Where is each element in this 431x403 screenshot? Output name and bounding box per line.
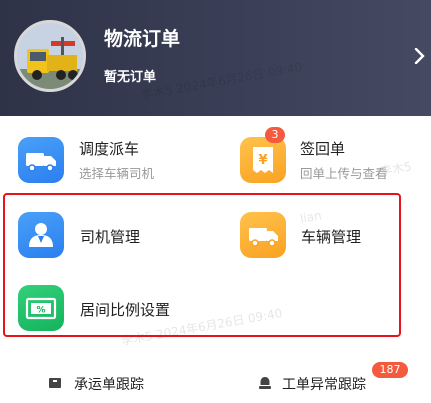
driver-management-item[interactable]: 司机管理 xyxy=(18,212,208,262)
exception-tracking-label: 工单异常跟踪 xyxy=(282,377,366,393)
order-header[interactable]: 物流订单 暂无订单 xyxy=(0,0,431,116)
exception-tracking-badge: 187 xyxy=(372,362,408,378)
waybill-tracking-label: 承运单跟踪 xyxy=(74,377,144,393)
receipt-badge: 3 xyxy=(265,127,285,143)
svg-text:%: % xyxy=(36,306,45,316)
chevron-right-icon[interactable] xyxy=(413,48,427,64)
truck-icon xyxy=(18,137,64,183)
receipt-label: 签回单 xyxy=(300,140,346,158)
vehicle-management-item[interactable]: 车辆管理 xyxy=(240,212,395,262)
dispatch-item[interactable]: 调度派车 选择车辆司机 xyxy=(18,133,208,189)
percent-icon: % xyxy=(18,285,64,331)
alert-icon xyxy=(259,377,271,389)
driver-icon xyxy=(18,212,64,258)
dispatch-sublabel: 选择车辆司机 xyxy=(79,166,155,181)
driver-management-label: 司机管理 xyxy=(80,228,141,246)
receipt-sublabel: 回单上传与查看 xyxy=(300,166,388,181)
dispatch-label: 调度派车 xyxy=(79,140,140,158)
waybill-tracking-item[interactable]: 承运单跟踪 xyxy=(48,372,188,396)
avatar xyxy=(14,20,86,92)
page-title: 物流订单 xyxy=(104,28,181,50)
vehicle-management-label: 车辆管理 xyxy=(301,228,362,246)
van-icon xyxy=(240,212,286,258)
ratio-settings-item[interactable]: % 居间比例设置 xyxy=(18,285,218,335)
receipt-item[interactable]: ¥ 3 签回单 回单上传与查看 xyxy=(240,127,420,189)
ratio-settings-label: 居间比例设置 xyxy=(80,301,171,319)
order-status-text: 暂无订单 xyxy=(104,70,157,85)
svg-text:¥: ¥ xyxy=(258,153,267,168)
receipt-yen-icon: ¥ xyxy=(240,137,286,183)
box-icon xyxy=(49,378,61,388)
